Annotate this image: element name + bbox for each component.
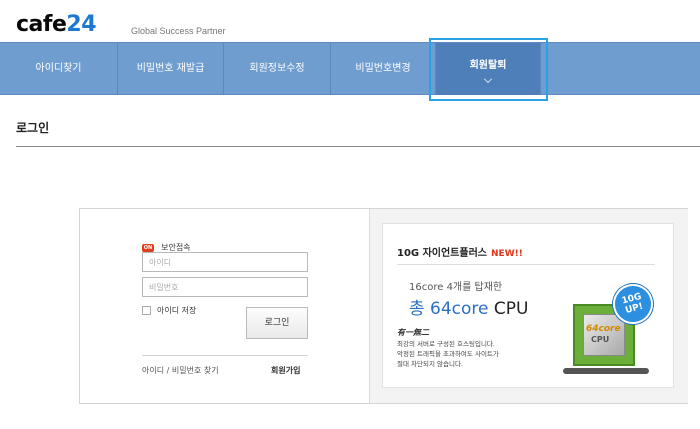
header: cafe24 Global Success Partner bbox=[0, 0, 700, 42]
login-button[interactable]: 로그인 bbox=[246, 307, 308, 339]
banner-new-tag: NEW!! bbox=[491, 249, 523, 259]
logo-text-24: 24 bbox=[66, 12, 97, 37]
join-member-link[interactable]: 회원가입 bbox=[271, 365, 300, 376]
promo-banner[interactable]: 10G 자이언트플러스 NEW!! 16core 4개를 탑재한 총 64core… bbox=[382, 223, 674, 388]
save-id-checkbox[interactable] bbox=[142, 306, 151, 315]
banner-heading: 10G 자이언트플러스 NEW!! bbox=[397, 244, 523, 259]
banner-headline-prefix: 총 64core bbox=[409, 299, 489, 319]
banner-headline-suffix: CPU bbox=[493, 299, 529, 319]
page-title: 로그인 bbox=[16, 121, 50, 135]
nav-item-withdraw-label: 회원탈퇴 bbox=[469, 60, 507, 71]
banner-description: 최강의 서버로 구성된 호스팅입니다. 악정된 트래픽을 초과하여도 사이트가 … bbox=[397, 339, 567, 369]
find-id-password-link[interactable]: 아이디 / 비밀번호 찾기 bbox=[142, 365, 219, 376]
nav-item-find-id[interactable]: 아이디찾기 bbox=[0, 43, 118, 95]
cable-graphic bbox=[563, 368, 649, 374]
login-panel: ON 보안접속 아이디 저장 로그인 아이디 / 비밀번호 찾기 회원가입 10… bbox=[79, 208, 688, 404]
nav-item-withdraw-membership[interactable]: 회원탈퇴 bbox=[436, 43, 541, 95]
chip-label-cpu: CPU bbox=[591, 335, 610, 344]
promo-panel: 10G 자이언트플러스 NEW!! 16core 4개를 탑재한 총 64core… bbox=[369, 209, 688, 403]
tagline: Global Success Partner bbox=[131, 26, 226, 36]
chevron-down-icon bbox=[484, 75, 492, 83]
banner-headline: 총 64core CPU bbox=[409, 294, 528, 319]
password-input[interactable] bbox=[142, 277, 308, 297]
secure-login-label: 보안접속 bbox=[161, 243, 191, 252]
cafe24-logo[interactable]: cafe24 bbox=[16, 12, 97, 37]
secure-on-badge: ON bbox=[142, 243, 154, 252]
banner-heading-text: 10G 자이언트플러스 bbox=[397, 248, 488, 259]
banner-desc-line: 악정된 트래픽을 초과하여도 사이트가 bbox=[397, 350, 499, 358]
chip-label-64core: 64core bbox=[586, 324, 621, 334]
nav-item-reset-password[interactable]: 비밀번호 재발급 bbox=[118, 43, 224, 95]
banner-desc-line: 절대 차단되지 않습니다. bbox=[397, 360, 463, 368]
nav-item-change-password[interactable]: 비밀번호변경 bbox=[331, 43, 436, 95]
login-divider bbox=[142, 355, 308, 356]
user-id-input[interactable] bbox=[142, 252, 308, 272]
save-id-label: 아이디 저장 bbox=[157, 306, 197, 315]
banner-subline: 16core 4개를 탑재한 bbox=[409, 282, 503, 293]
nav-item-edit-member-info[interactable]: 회원정보수정 bbox=[224, 43, 331, 95]
top-nav: 아이디찾기 비밀번호 재발급 회원정보수정 비밀번호변경 회원탈퇴 bbox=[0, 42, 700, 95]
logo-text-cafe: cafe bbox=[16, 12, 67, 37]
banner-motto: 有一無二 bbox=[397, 328, 429, 337]
title-divider bbox=[16, 146, 700, 147]
secure-login-toggle[interactable]: ON 보안접속 bbox=[142, 237, 191, 252]
banner-divider bbox=[397, 264, 655, 265]
save-id-row[interactable]: 아이디 저장 bbox=[142, 305, 196, 316]
banner-desc-line: 최강의 서버로 구성된 호스팅입니다. bbox=[397, 340, 495, 348]
